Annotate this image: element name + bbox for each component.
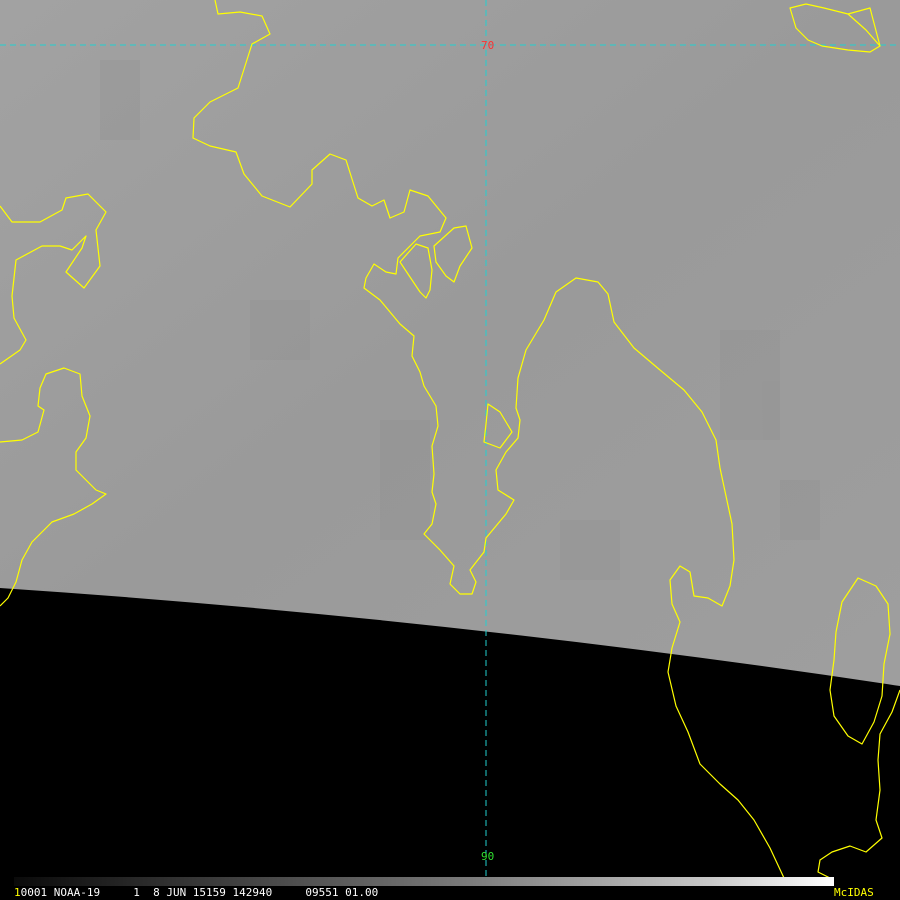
coastline-east-land <box>817 689 900 879</box>
status-info-text: 0001 NOAA-19 1 8 JUN 15159 142940 09551 … <box>20 886 379 899</box>
latitude-label-bottom: 90 <box>481 850 495 863</box>
satellite-map <box>0 0 900 879</box>
mcidas-logo: McIDAS <box>834 886 874 899</box>
satellite-image-frame: 70 90 0001 NOAA-19 1 8 JUN 15159 142940 … <box>0 0 900 900</box>
frame-number: 1 <box>14 886 21 899</box>
latitude-label-top: 70 <box>481 39 495 52</box>
grayscale-color-bar <box>14 877 834 886</box>
status-bar: 0001 NOAA-19 1 8 JUN 15159 142940 09551 … <box>0 877 900 900</box>
status-info: 0001 NOAA-19 1 8 JUN 15159 142940 09551 … <box>14 886 379 899</box>
